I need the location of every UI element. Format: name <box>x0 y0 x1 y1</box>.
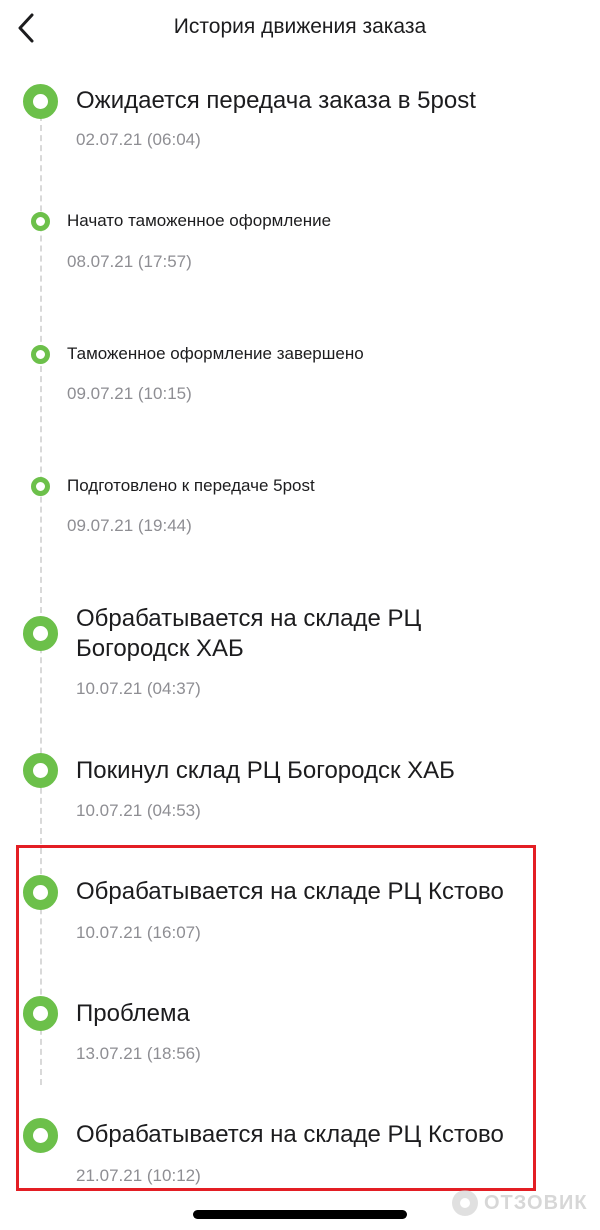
event-date: 09.07.21 (10:15) <box>67 384 192 403</box>
event-title-line2: Богородск ХАБ <box>76 635 244 662</box>
page-title: История движения заказа <box>173 15 427 38</box>
event-title: Начато таможенное оформление <box>67 211 332 230</box>
event-title: Покинул склад РЦ Богородск ХАБ <box>76 757 455 784</box>
event-date: 09.07.21 (19:44) <box>67 516 192 535</box>
watermark-text: ОТЗОВИК <box>484 1192 588 1214</box>
header-bar: История движения заказа <box>0 0 600 58</box>
status-dot-icon <box>23 84 58 119</box>
event-title: Ожидается передача заказа в 5post <box>76 87 476 114</box>
otzovik-logo-icon <box>452 1190 478 1216</box>
event-title: Таможенное оформление завершено <box>67 344 364 363</box>
status-dot-icon <box>31 212 50 231</box>
event-date: 08.07.21 (17:57) <box>67 252 192 271</box>
watermark: ОТЗОВИК <box>452 1188 592 1220</box>
event-title-line1: Обрабатывается на складе РЦ <box>76 605 422 632</box>
event-date: 02.07.21 (06:04) <box>76 130 201 149</box>
highlight-frame <box>16 845 536 1191</box>
event-title: Подготовлено к передаче 5post <box>67 476 315 495</box>
status-dot-icon <box>31 477 50 496</box>
status-dot-icon <box>31 345 50 364</box>
status-dot-icon <box>23 616 58 651</box>
event-date: 10.07.21 (04:37) <box>76 679 201 698</box>
status-dot-icon <box>23 753 58 788</box>
event-date: 10.07.21 (04:53) <box>76 801 201 820</box>
home-indicator[interactable] <box>193 1210 407 1219</box>
